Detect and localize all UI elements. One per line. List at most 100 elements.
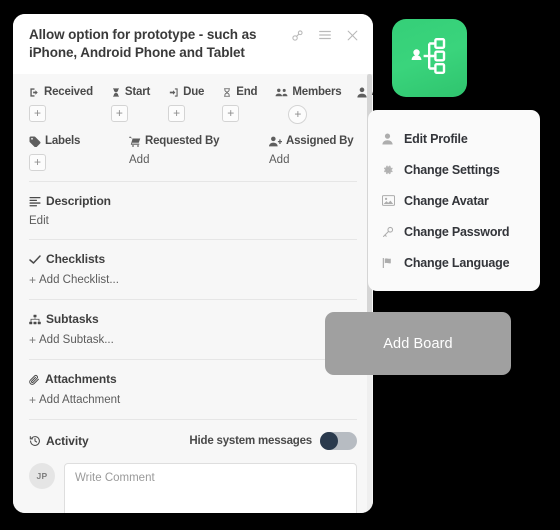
description-section: Description Edit	[13, 182, 373, 239]
card-body: Received + Start + Due + End + Members +…	[13, 74, 373, 513]
add-checklist-link[interactable]: + Add Checklist...	[29, 273, 357, 287]
subtasks-title-text: Subtasks	[46, 312, 99, 327]
meta-label-members: Members	[275, 86, 342, 98]
meta-field-labels: Labels +	[29, 135, 129, 172]
avatar: JP	[29, 463, 55, 490]
meta-text-requested-by: Requested By	[145, 135, 220, 148]
menu-item-edit-profile[interactable]: Edit Profile	[382, 123, 540, 154]
requested-by-add-link[interactable]: Add	[129, 154, 269, 166]
toggle-knob	[320, 432, 338, 451]
user-icon	[382, 133, 397, 145]
add-subtask-text: Add Subtask...	[39, 334, 114, 347]
users-icon	[275, 87, 288, 98]
paperclip-icon	[29, 374, 40, 385]
sign-in-alt-icon	[168, 87, 179, 98]
check-icon	[29, 254, 41, 265]
description-title: Description	[29, 194, 357, 208]
add-end-date-button[interactable]: +	[222, 105, 240, 123]
comment-input[interactable]	[64, 463, 357, 513]
meta-label-received: Received	[29, 86, 93, 98]
meta-text-labels: Labels	[45, 135, 81, 148]
attachments-title: Attachments	[29, 372, 357, 386]
menu-item-label: Edit Profile	[404, 131, 468, 146]
meta-label-end: End	[222, 86, 258, 99]
description-edit-link[interactable]: Edit	[29, 215, 357, 227]
task-detail-card: Allow option for prototype - such as iPh…	[13, 14, 373, 513]
add-board-button[interactable]: Add Board	[325, 312, 511, 375]
user-icon	[357, 87, 368, 98]
gear-icon	[382, 164, 397, 176]
activity-title-text: Activity	[46, 434, 89, 449]
hide-system-messages-label: Hide system messages	[189, 435, 312, 448]
meta-row-people: Labels + Requested By Add Assigned By Ad…	[29, 135, 357, 172]
add-start-date-button[interactable]: +	[110, 105, 128, 123]
activity-title: Activity	[29, 434, 89, 448]
menu-item-label: Change Settings	[404, 162, 500, 177]
add-member-button[interactable]: +	[288, 105, 308, 125]
menu-icon[interactable]	[318, 28, 332, 42]
description-edit-text: Edit	[29, 215, 49, 228]
add-attachment-link[interactable]: + Add Attachment	[29, 393, 357, 407]
meta-label-requested-by: Requested By	[129, 135, 269, 147]
add-received-date-button[interactable]: +	[29, 105, 46, 123]
menu-item-change-settings[interactable]: Change Settings	[382, 154, 540, 185]
image-icon	[382, 195, 397, 206]
checklists-title-text: Checklists	[46, 252, 106, 267]
plus-icon: +	[29, 273, 37, 288]
screen-root: Allow option for prototype - such as iPh…	[0, 0, 560, 530]
profile-menu: Edit Profile Change Settings Change Avat…	[368, 110, 540, 291]
activity-header: Activity Hide system messages	[29, 432, 357, 451]
page-title: Allow option for prototype - such as iPh…	[29, 27, 257, 61]
meta-text-start: Start	[124, 86, 151, 99]
sitemap-user-icon	[410, 37, 450, 80]
add-checklist-text: Add Checklist...	[39, 274, 119, 287]
meta-field-end: End +	[222, 86, 258, 123]
menu-item-label: Change Language	[404, 255, 510, 270]
meta-field-assigned-by: Assigned By Add	[269, 135, 354, 171]
meta-label-due: Due	[168, 86, 204, 98]
menu-item-change-password[interactable]: Change Password	[382, 216, 540, 247]
card-header: Allow option for prototype - such as iPh…	[13, 14, 373, 75]
link-icon[interactable]	[291, 29, 304, 42]
plus-icon: +	[29, 393, 37, 408]
meta-text-assigned-by: Assigned By	[286, 135, 354, 148]
activity-section: Activity Hide system messages JP Comment	[13, 420, 373, 513]
hide-system-messages-toggle[interactable]	[320, 432, 357, 451]
menu-item-label: Change Password	[404, 224, 510, 239]
add-subtask-link[interactable]: + Add Subtask...	[29, 333, 357, 347]
close-icon[interactable]	[346, 29, 359, 42]
app-logo[interactable]	[392, 19, 467, 97]
menu-item-change-avatar[interactable]: Change Avatar	[382, 185, 540, 216]
card-meta-section: Received + Start + Due + End + Members +…	[13, 74, 373, 181]
flag-icon	[382, 257, 397, 269]
history-icon	[29, 435, 41, 447]
checklists-title: Checklists	[29, 252, 357, 266]
attachments-title-text: Attachments	[45, 372, 117, 387]
meta-field-requested-by: Requested By Add	[129, 135, 269, 171]
description-title-text: Description	[46, 194, 111, 209]
meta-text-end: End	[236, 86, 258, 99]
plus-icon: +	[29, 333, 37, 348]
assigned-by-add-link[interactable]: Add	[269, 154, 353, 166]
meta-label-start: Start	[111, 86, 150, 98]
hide-system-messages-control: Hide system messages	[189, 432, 357, 451]
add-board-label: Add Board	[383, 335, 453, 352]
sign-in-icon	[29, 87, 40, 98]
attachments-section: Attachments + Add Attachment	[13, 360, 373, 419]
checklists-section: Checklists + Add Checklist...	[13, 240, 373, 299]
add-label-button[interactable]: +	[29, 154, 46, 172]
add-due-date-button[interactable]: +	[168, 105, 186, 123]
comment-composer: JP	[29, 463, 357, 513]
cart-icon	[129, 136, 141, 147]
key-icon	[382, 226, 397, 238]
meta-label-assigned-by: Assigned By	[269, 135, 354, 148]
hourglass-start-icon	[111, 87, 121, 98]
menu-item-change-language[interactable]: Change Language	[382, 247, 540, 278]
sitemap-icon	[29, 314, 41, 325]
meta-label-labels: Labels	[29, 135, 129, 147]
meta-text-due: Due	[183, 86, 205, 99]
menu-item-label: Change Avatar	[404, 193, 489, 208]
hourglass-end-icon	[222, 87, 232, 98]
tag-icon	[29, 136, 41, 147]
add-attachment-text: Add Attachment	[39, 394, 121, 407]
